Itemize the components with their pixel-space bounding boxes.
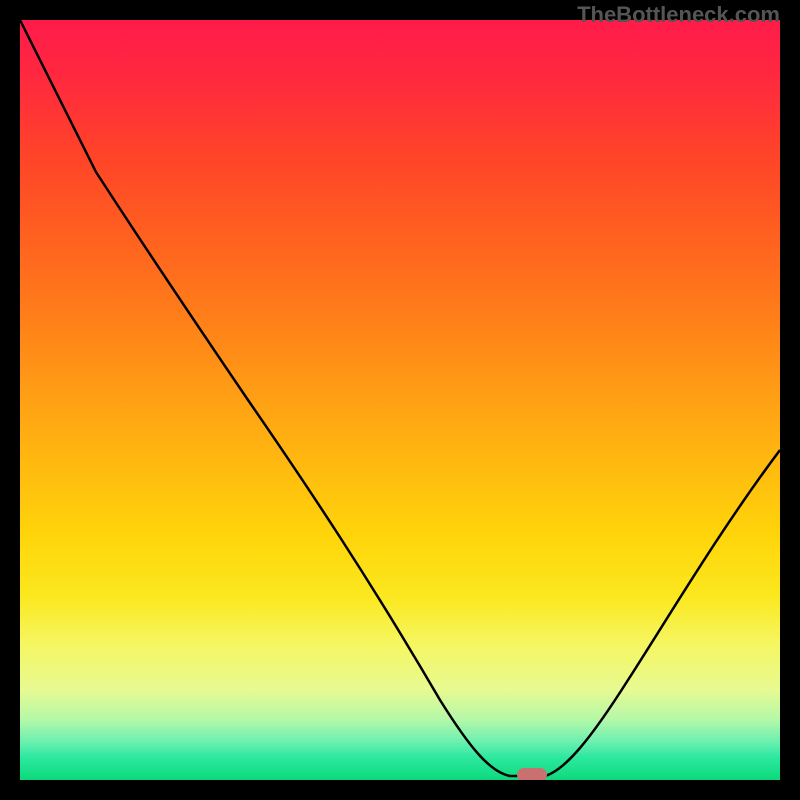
optimal-point-marker bbox=[517, 768, 547, 780]
chart-area bbox=[20, 20, 780, 780]
watermark-text: TheBottleneck.com bbox=[577, 2, 780, 28]
curve-plot bbox=[20, 20, 780, 780]
bottleneck-curve-path bbox=[20, 20, 780, 776]
